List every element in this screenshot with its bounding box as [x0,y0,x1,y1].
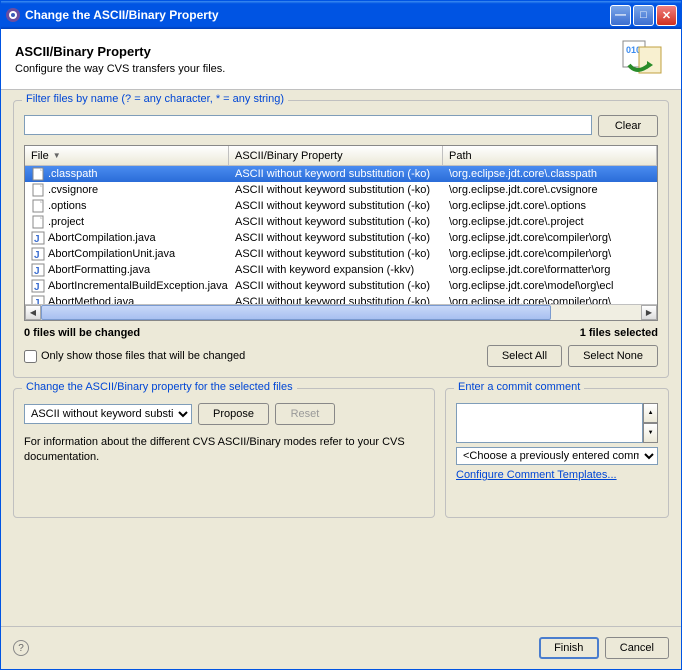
configure-templates-link[interactable]: Configure Comment Templates... [456,469,617,481]
clear-button[interactable]: Clear [598,115,658,137]
file-icon: J [31,263,45,277]
files-changed-status: 0 files will be changed [24,327,140,339]
file-name: .classpath [48,168,98,180]
scroll-left-icon[interactable]: ◀ [25,305,41,320]
table-row[interactable]: .cvsignore ASCII without keyword substitu… [25,182,657,198]
column-file[interactable]: File▼ [25,146,229,165]
table-row[interactable]: J AbortCompilation.java ASCII without keyw… [25,230,657,246]
comment-label: Enter a commit comment [454,381,584,393]
file-name: .project [48,216,84,228]
file-icon [31,167,45,181]
filter-group: Filter files by name (? = any character,… [13,100,669,378]
svg-text:J: J [34,250,40,261]
file-name: .cvsignore [48,184,98,196]
comment-group: Enter a commit comment ▲ ▼ <Choose a pre… [445,388,669,518]
table-row[interactable]: J AbortIncrementalBuildException.javaASCI… [25,278,657,294]
file-path: \org.eclipse.jdt.core\.classpath [443,168,657,180]
only-changed-checkbox[interactable] [24,350,37,363]
column-property[interactable]: ASCII/Binary Property [229,146,443,165]
file-path: \org.eclipse.jdt.core\model\org\ecl [443,280,657,292]
file-name: AbortCompilation.java [48,232,156,244]
filter-input[interactable] [24,115,592,135]
table-row[interactable]: .project ASCII without keyword substituti… [25,214,657,230]
table-row[interactable]: JAbortMethod.java ASCII without keyword s… [25,294,657,304]
change-property-group: Change the ASCII/Binary property for the… [13,388,435,518]
file-icon: J [31,231,45,245]
file-table: File▼ ASCII/Binary Property Path .classp… [24,145,658,321]
table-row[interactable]: .options ASCII without keyword substituti… [25,198,657,214]
file-icon: J [31,247,45,261]
filter-label: Filter files by name (? = any character,… [22,93,288,105]
close-button[interactable]: ✕ [656,5,677,26]
files-selected-status: 1 files selected [580,327,658,339]
file-path: \org.eclipse.jdt.core\.project [443,216,657,228]
binary-icon: 010 [619,39,667,79]
file-icon: J [31,279,45,293]
select-all-button[interactable]: Select All [487,345,562,367]
file-property: ASCII without keyword substitution (-ko) [229,184,443,196]
comment-down-icon[interactable]: ▼ [643,423,658,443]
table-row[interactable]: J AbortCompilationUnit.java ASCII without … [25,246,657,262]
file-icon [31,183,45,197]
mode-select[interactable]: ASCII without keyword substitution [24,404,192,424]
reset-button[interactable]: Reset [275,403,335,425]
window-title: Change the ASCII/Binary Property [25,8,610,22]
file-name: AbortMethod.java [48,296,134,304]
minimize-button[interactable]: — [610,5,631,26]
info-text: For information about the different CVS … [24,435,424,466]
only-changed-label: Only show those files that will be chang… [41,350,245,362]
file-property: ASCII without keyword substitution (-ko) [229,168,443,180]
column-path[interactable]: Path [443,146,657,165]
file-property: ASCII without keyword substitution (-ko) [229,248,443,260]
previous-comment-select[interactable]: <Choose a previously entered comment> [456,447,658,465]
app-icon [5,7,21,23]
file-path: \org.eclipse.jdt.core\.options [443,200,657,212]
file-name: .options [48,200,87,212]
table-row[interactable]: J AbortFormatting.java ASCII with keyword … [25,262,657,278]
dialog-header: ASCII/Binary Property Configure the way … [1,29,681,90]
file-property: ASCII without keyword substitution (-ko) [229,296,443,304]
help-icon[interactable]: ? [13,640,29,656]
file-path: \org.eclipse.jdt.core\compiler\org\ [443,248,657,260]
change-property-label: Change the ASCII/Binary property for the… [22,381,297,393]
svg-text:J: J [34,266,40,277]
file-property: ASCII without keyword substitution (-ko) [229,280,443,292]
scroll-right-icon[interactable]: ▶ [641,305,657,320]
titlebar: Change the ASCII/Binary Property — □ ✕ [1,1,681,29]
file-icon [31,199,45,213]
file-path: \org.eclipse.jdt.core\compiler\org\ [443,232,657,244]
finish-button[interactable]: Finish [539,637,599,659]
file-icon: J [31,295,45,304]
file-property: ASCII without keyword substitution (-ko) [229,232,443,244]
table-row[interactable]: .classpath ASCII without keyword substitu… [25,166,657,182]
file-icon [31,215,45,229]
file-path: \org.eclipse.jdt.core\compiler\org\ [443,296,657,304]
file-path: \org.eclipse.jdt.core\.cvsignore [443,184,657,196]
propose-button[interactable]: Propose [198,403,269,425]
maximize-button[interactable]: □ [633,5,654,26]
file-property: ASCII without keyword substitution (-ko) [229,216,443,228]
svg-text:J: J [34,234,40,245]
comment-textarea[interactable] [456,403,643,443]
sort-asc-icon: ▼ [53,151,61,160]
horizontal-scrollbar[interactable]: ◀ ▶ [25,304,657,320]
file-name: AbortCompilationUnit.java [48,248,175,260]
dialog-title: ASCII/Binary Property [15,44,619,59]
file-name: AbortFormatting.java [48,264,150,276]
comment-up-icon[interactable]: ▲ [643,403,658,423]
svg-text:J: J [34,282,40,293]
file-property: ASCII with keyword expansion (-kkv) [229,264,443,276]
dialog-subtitle: Configure the way CVS transfers your fil… [15,63,619,75]
file-path: \org.eclipse.jdt.core\formatter\org [443,264,657,276]
cancel-button[interactable]: Cancel [605,637,669,659]
file-name: AbortIncrementalBuildException.java [48,280,228,292]
select-none-button[interactable]: Select None [568,345,658,367]
file-property: ASCII without keyword substitution (-ko) [229,200,443,212]
